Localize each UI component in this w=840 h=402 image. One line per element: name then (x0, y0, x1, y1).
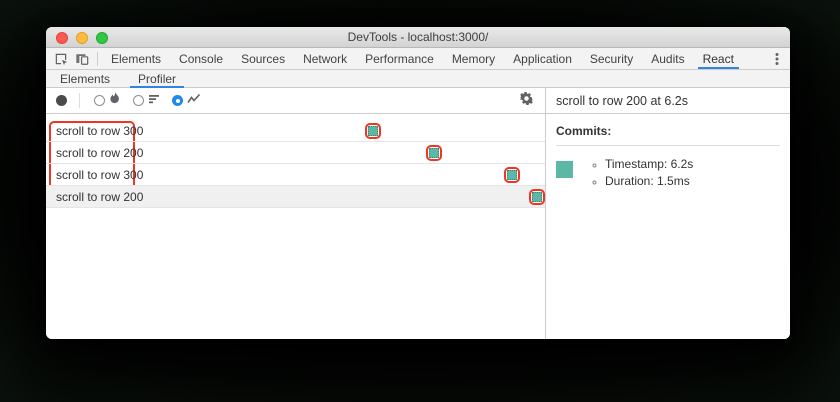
commit-detail-list: Timestamp: 6.2s Duration: 1.5ms (579, 156, 693, 190)
settings-gear-icon[interactable] (519, 91, 534, 110)
flame-icon (109, 91, 121, 110)
red-annotation-commit-box (365, 122, 381, 139)
profiler-left-pane: scroll to row 300 scroll to row 200 scro… (46, 88, 545, 339)
interaction-label: scroll to row 200 (56, 189, 144, 204)
tabbar-divider (97, 51, 98, 66)
commit-duration: Duration: 1.5ms (605, 173, 693, 190)
tab-sources[interactable]: Sources (232, 48, 294, 69)
interaction-row[interactable]: scroll to row 200 (46, 186, 545, 208)
titlebar: DevTools - localhost:3000/ (46, 27, 790, 48)
selected-interaction-header: scroll to row 200 at 6.2s (546, 88, 790, 114)
toolbar-divider (79, 93, 80, 108)
commits-divider (556, 145, 780, 146)
devtools-menu-icon[interactable] (770, 51, 784, 72)
subtab-elements[interactable]: Elements (46, 70, 124, 87)
commits-title: Commits: (556, 124, 612, 138)
interaction-label: scroll to row 300 (56, 123, 144, 138)
commit-dot[interactable] (429, 147, 439, 158)
commit-detail: Timestamp: 6.2s Duration: 1.5ms (556, 156, 780, 190)
inspect-element-icon[interactable] (54, 52, 68, 66)
interactions-radio[interactable] (172, 95, 183, 106)
interactions-list: scroll to row 300 scroll to row 200 scro… (46, 114, 545, 339)
view-option-flamegraph[interactable] (94, 91, 121, 110)
interaction-row[interactable]: scroll to row 300 (46, 164, 545, 186)
tab-console[interactable]: Console (170, 48, 232, 69)
minimize-window-button[interactable] (76, 32, 88, 44)
react-subtabbar: Elements Profiler (46, 70, 790, 88)
tab-elements[interactable]: Elements (102, 48, 170, 69)
interaction-row[interactable]: scroll to row 200 (46, 142, 545, 164)
devtools-tabs: Elements Console Sources Network Perform… (102, 48, 743, 69)
tab-performance[interactable]: Performance (356, 48, 443, 69)
interactions-chart-icon (187, 92, 201, 110)
red-annotation-commit-box (426, 144, 442, 161)
profiler-toolbar (46, 88, 545, 114)
tab-security[interactable]: Security (581, 48, 642, 69)
interaction-label: scroll to row 300 (56, 167, 144, 182)
interaction-row[interactable]: scroll to row 300 (46, 120, 545, 142)
tab-network[interactable]: Network (294, 48, 356, 69)
flamegraph-radio[interactable] (94, 95, 105, 106)
interaction-label: scroll to row 200 (56, 145, 144, 160)
red-annotation-commit-box (504, 166, 520, 183)
tab-react[interactable]: React (694, 48, 743, 69)
devtools-tabbar: Elements Console Sources Network Perform… (46, 48, 790, 70)
zoom-window-button[interactable] (96, 32, 108, 44)
traffic-lights (56, 32, 108, 44)
subtab-profiler[interactable]: Profiler (124, 70, 190, 88)
commit-timestamp: Timestamp: 6.2s (605, 156, 693, 173)
tab-memory[interactable]: Memory (443, 48, 504, 69)
close-window-button[interactable] (56, 32, 68, 44)
tab-audits[interactable]: Audits (642, 48, 693, 69)
commits-panel: Commits: Timestamp: 6.2s Duration: 1.5ms (546, 114, 790, 200)
devtools-window: DevTools - localhost:3000/ Elements Cons… (46, 27, 790, 339)
ranked-chart-icon (148, 92, 160, 110)
commit-color-swatch[interactable] (556, 161, 573, 178)
window-title: DevTools - localhost:3000/ (347, 30, 489, 44)
tab-application[interactable]: Application (504, 48, 581, 69)
interaction-details-pane: scroll to row 200 at 6.2s Commits: Times… (545, 88, 790, 339)
red-annotation-commit-box (529, 188, 545, 205)
ranked-radio[interactable] (133, 95, 144, 106)
record-button[interactable] (56, 95, 67, 106)
view-option-ranked[interactable] (133, 92, 160, 110)
commit-dot[interactable] (507, 169, 517, 180)
device-toolbar-icon[interactable] (75, 52, 89, 66)
commit-dot[interactable] (532, 191, 542, 202)
view-option-interactions[interactable] (172, 92, 201, 110)
commit-dot[interactable] (368, 125, 378, 136)
